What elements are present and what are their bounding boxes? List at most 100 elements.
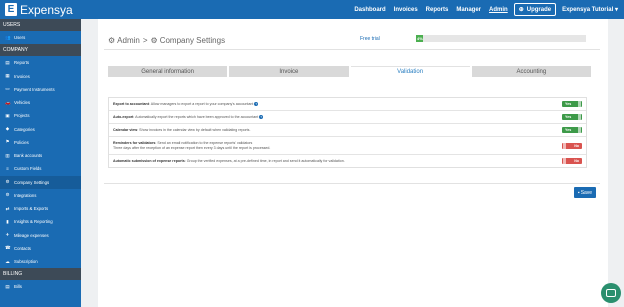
sidebar-item-label: Categories: [14, 126, 35, 132]
sidebar-item-projects[interactable]: ▣ Projects: [0, 109, 81, 122]
nav-admin[interactable]: Admin: [489, 7, 508, 13]
main-content: ⚙ Admin > ⚙ Company Settings Free trial …: [98, 19, 608, 307]
setting-description: : Send an email notification to the expe…: [155, 140, 253, 145]
sidebar-item-label: Insights & Reporting: [14, 219, 53, 225]
sidebar-item-vehicles[interactable]: 🚗 Vehicles: [0, 96, 81, 109]
reports-icon: ▤: [5, 59, 10, 65]
sidebar-item-users[interactable]: 👥 Users: [0, 31, 81, 44]
setting-title: Export to accountant: [113, 101, 149, 106]
sidebar-item-label: Imports & Exports: [14, 206, 49, 212]
setting-extra-description: Three days after the reception of an exp…: [113, 145, 271, 150]
page-title: ⚙ Admin > ⚙ Company Settings: [108, 36, 225, 45]
divider: [104, 183, 600, 184]
sidebar-item-reports[interactable]: ▤ Reports: [0, 56, 81, 69]
sidebar-item-label: Invoices: [14, 73, 30, 79]
sidebar-item-label: Reports: [14, 60, 30, 66]
sidebar-item-subscription[interactable]: ☁ Subscription: [0, 255, 81, 268]
help-icon[interactable]: ?: [259, 114, 264, 119]
mileage-icon: ✈: [5, 232, 10, 238]
sidebar: USERS 👥 Users COMPANY ▤ Reports ▦ Invoices ▭ Paym…: [0, 19, 81, 307]
sidebar-item-label: Bills: [14, 284, 22, 290]
sidebar-item-categories[interactable]: ◆ Categories: [0, 123, 81, 136]
toggle-label: Yes: [565, 115, 572, 119]
sidebar-item-label: Projects: [14, 113, 30, 119]
save-button[interactable]: ▪ Save: [574, 187, 596, 198]
card-icon: ▭: [5, 86, 10, 92]
tab-accounting[interactable]: Accounting: [471, 66, 591, 77]
sidebar-item-label: Subscription: [14, 259, 38, 265]
sidebar-item-label: Bank accounts: [14, 153, 43, 159]
save-icon: ▪: [577, 189, 580, 196]
setting-description: : Allow managers to export a report to y…: [148, 101, 254, 106]
gear-icon: ⚙: [108, 36, 116, 45]
sidebar-item-label: Policies: [14, 139, 29, 145]
free-trial-progress-fill: 4%: [416, 35, 423, 42]
setting-text: Calendar view: Show invoices in the cale…: [113, 128, 582, 133]
chat-button[interactable]: [601, 283, 621, 303]
help-icon[interactable]: ?: [254, 101, 259, 106]
integrations-icon: ⚙: [5, 192, 10, 198]
nav-invoices[interactable]: Invoices: [394, 7, 418, 13]
sidebar-item-label: Custom Fields: [14, 166, 42, 172]
toggle-knob: [578, 127, 581, 133]
toggle-label: Yes: [565, 128, 572, 132]
logo[interactable]: E Expensya: [5, 2, 73, 17]
tab-validation[interactable]: Validation: [350, 66, 470, 77]
sidebar-item-mileage-expenses[interactable]: ✈ Mileage expenses: [0, 229, 81, 242]
sidebar-item-label: Payment Instruments: [14, 86, 55, 92]
upgrade-icon: ⊕: [518, 7, 524, 13]
save-label: Save: [580, 189, 593, 196]
setting-toggle[interactable]: No: [562, 158, 582, 164]
sidebar-section-header: COMPANY: [0, 44, 81, 57]
gear-icon: ⚙: [5, 179, 10, 185]
breadcrumb-admin[interactable]: Admin: [117, 36, 140, 45]
tab-general-information[interactable]: General information: [108, 66, 228, 77]
setting-row: Calendar view: Show invoices in the cale…: [109, 124, 586, 137]
setting-description: : Automatically export the reports which…: [133, 114, 259, 119]
sidebar-item-invoices[interactable]: ▦ Invoices: [0, 70, 81, 83]
sidebar-item-integrations[interactable]: ⚙ Integrations: [0, 189, 81, 202]
toggle-label: No: [574, 143, 579, 148]
sidebar-item-imports-exports[interactable]: ⇄ Imports & Exports: [0, 202, 81, 215]
sidebar-item-bank-accounts[interactable]: ▥ Bank accounts: [0, 149, 81, 162]
setting-text: Export to accountant: Allow managers to …: [113, 101, 582, 107]
sidebar-item-label: Vehicles: [14, 100, 31, 106]
sidebar-item-bills[interactable]: ▤ Bills: [0, 280, 81, 293]
free-trial-label: Free trial: [360, 36, 380, 42]
logo-icon: E: [5, 3, 17, 16]
setting-title: Automatic submission of expense reports: [113, 158, 185, 163]
setting-toggle[interactable]: Yes: [562, 101, 582, 107]
setting-row: Reminders for validators: Send an email …: [109, 137, 586, 155]
setting-toggle[interactable]: No: [562, 142, 582, 149]
users-icon: 👥: [5, 34, 11, 40]
sidebar-item-label: Company Settings: [14, 179, 50, 185]
setting-row: Automatic submission of expense reports:…: [109, 155, 586, 167]
sidebar-item-label: Mileage expenses: [14, 232, 49, 238]
tab-invoice[interactable]: Invoice: [229, 66, 349, 77]
nav-dashboard[interactable]: Dashboard: [354, 7, 385, 13]
setting-title: Auto-export: [113, 114, 134, 119]
tutorial-menu[interactable]: Expensya Tutorial ▾: [562, 6, 618, 13]
setting-toggle[interactable]: Yes: [562, 127, 582, 133]
sidebar-item-label: Contacts: [14, 245, 31, 251]
settings-list: Export to accountant: Allow managers to …: [108, 97, 587, 168]
contacts-icon: ☎: [5, 245, 11, 251]
setting-text: Automatic submission of expense reports:…: [113, 159, 582, 164]
breadcrumb-company-settings: Company Settings: [159, 36, 226, 45]
nav-manager[interactable]: Manager: [456, 7, 481, 13]
setting-description: : Show invoices in the calendar view by …: [137, 127, 251, 132]
toggle-knob: [563, 158, 566, 164]
sidebar-item-custom-fields[interactable]: ≡ Custom Fields: [0, 162, 81, 175]
nav-reports[interactable]: Reports: [426, 7, 449, 13]
sidebar-item-insights-reporting[interactable]: ▮ Insights & Reporting: [0, 215, 81, 228]
setting-toggle[interactable]: Yes: [562, 114, 582, 120]
breadcrumb-separator: >: [142, 36, 148, 45]
sidebar-item-contacts[interactable]: ☎ Contacts: [0, 242, 81, 255]
sidebar-item-company-settings[interactable]: ⚙ Company Settings: [0, 175, 81, 189]
chat-icon: [606, 289, 616, 297]
car-icon: 🚗: [5, 99, 11, 105]
upgrade-button[interactable]: ⊕ Upgrade: [513, 3, 557, 16]
sidebar-item-payment-instruments[interactable]: ▭ Payment Instruments: [0, 83, 81, 96]
sidebar-item-policies[interactable]: ⚑ Policies: [0, 136, 81, 149]
toggle-knob: [578, 114, 581, 120]
